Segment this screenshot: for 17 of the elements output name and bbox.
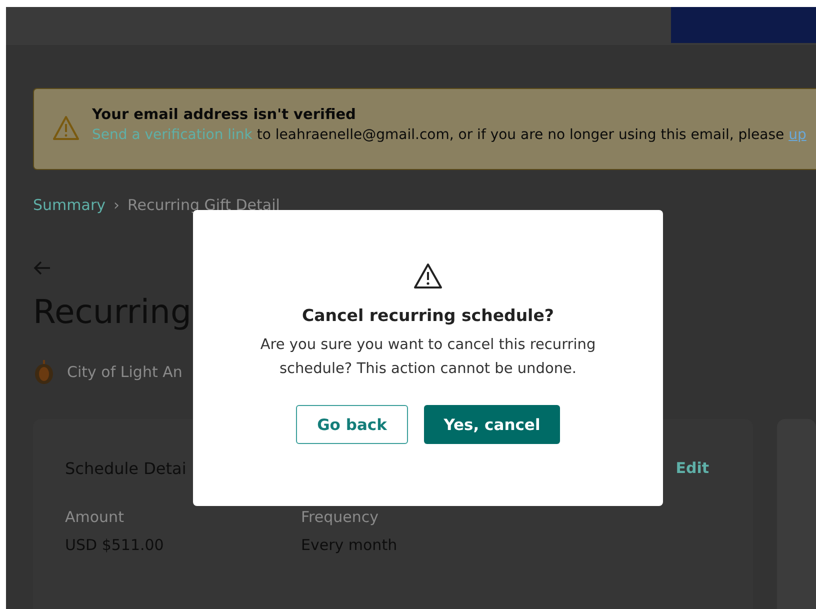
go-back-button[interactable]: Go back <box>296 405 408 444</box>
breadcrumb-item: Recurring Gift Detail <box>128 196 280 214</box>
field-label: Frequency <box>301 508 380 526</box>
banner-title: Your email address isn't verified <box>92 107 357 123</box>
field-label: Amount <box>65 508 125 526</box>
organization-name: City of Light An <box>67 363 182 381</box>
edit-link[interactable]: Edit <box>676 459 710 478</box>
banner-message: Send a verification link to leahraenelle@gmail.com, or if you are no longer using this email, please up <box>92 127 806 143</box>
lantern-icon <box>33 359 55 385</box>
dialog-message: Are you sure you want to cancel this recurring schedule? This action cannot be undone. <box>259 336 597 379</box>
warning-icon <box>413 262 443 290</box>
back-arrow-icon[interactable] <box>33 260 51 276</box>
warning-icon <box>52 115 80 141</box>
breadcrumb-separator: › <box>114 196 120 214</box>
dialog-title: Cancel recurring schedule? <box>302 306 554 325</box>
breadcrumb-item[interactable]: Summary <box>33 196 106 214</box>
confirm-button[interactable]: Yes, cancel <box>424 405 560 444</box>
